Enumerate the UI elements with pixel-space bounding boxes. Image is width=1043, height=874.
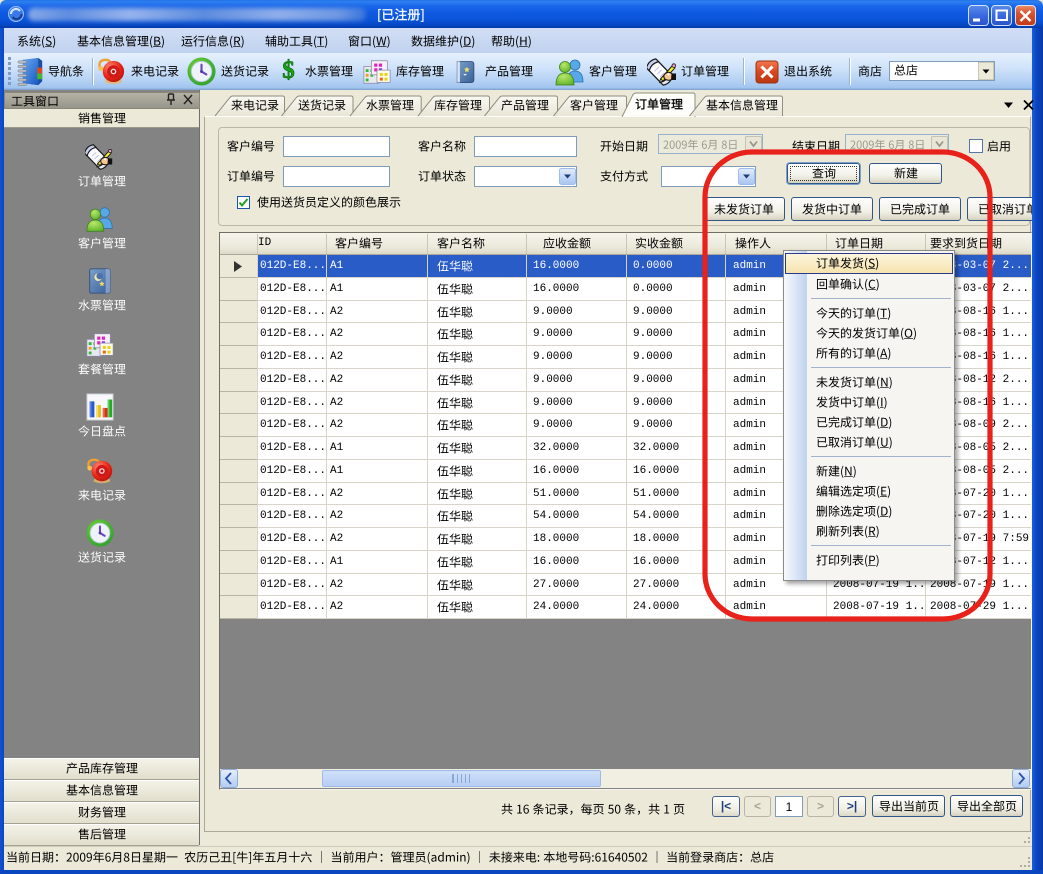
svg-text:$: $ bbox=[282, 57, 295, 82]
